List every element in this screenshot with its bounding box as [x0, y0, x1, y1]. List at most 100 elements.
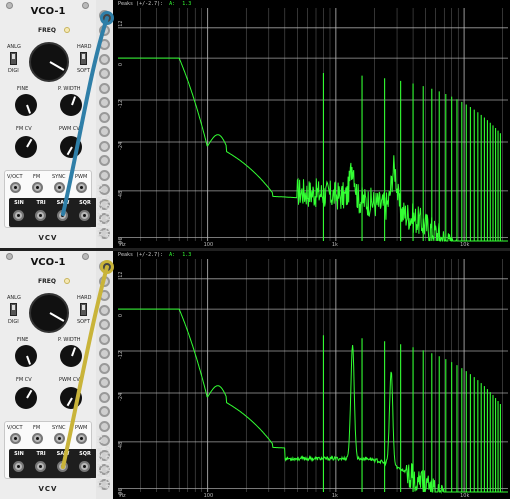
x-tick-label: 100 — [204, 242, 214, 248]
freq-label: FREQ — [38, 278, 56, 285]
hard-soft-switch[interactable] — [80, 303, 87, 316]
sin-output-jack[interactable] — [13, 210, 24, 221]
knob-indicator — [49, 61, 65, 71]
fine-knob[interactable] — [15, 345, 37, 367]
tri-output-jack[interactable] — [35, 210, 46, 221]
rack-row-2: VCO-1 FREQ ANLG DIGI HARD SOFT FINE P. W… — [0, 251, 510, 499]
rack-row-1: VCO-1 FREQ ANLG DIGI HARD SOFT FINE P. W… — [0, 0, 510, 248]
knob-indicator — [66, 397, 73, 407]
x-tick-label: 10k — [460, 242, 469, 248]
fmcv-label: FM CV — [16, 377, 32, 383]
freq-label: FREQ — [38, 27, 56, 34]
x-tick-label: Hz — [119, 242, 126, 248]
io-panel: V/OCT FM SYNC PWM SIN TRI SAW SQR — [4, 170, 97, 228]
fmcv-knob[interactable] — [15, 387, 37, 409]
fmcv-label: FM CV — [16, 126, 32, 132]
y-tick-label: 12 — [118, 271, 124, 277]
y-tick-label: -12 — [118, 100, 124, 108]
sync-label: SYNC — [52, 425, 66, 431]
sin-label: SIN — [14, 451, 24, 457]
soft-label: SOFT — [77, 68, 90, 74]
knob-indicator — [26, 104, 32, 114]
digital-label: DIGI — [8, 319, 19, 325]
fm-label: FM — [33, 174, 41, 180]
y-tick-label: 0 — [118, 314, 124, 317]
sin-label: SIN — [14, 200, 24, 206]
tri-label: TRI — [36, 451, 46, 457]
knob-indicator — [26, 138, 33, 148]
pwmcv-knob[interactable] — [60, 136, 82, 158]
sync-input-jack[interactable] — [54, 433, 65, 444]
x-tick-label: 10k — [460, 493, 469, 499]
y-tick-label: -48 — [118, 191, 124, 199]
spectrum-plot: 120-12-24-48-96Hz 100 1k 10k — [118, 8, 508, 248]
fm-input-jack[interactable] — [32, 182, 43, 193]
pwm-input-jack[interactable] — [76, 433, 87, 444]
vco-1-module: VCO-1 FREQ ANLG DIGI HARD SOFT FINE P. W… — [0, 251, 97, 499]
saw-label: SAW — [56, 451, 70, 457]
pwm-label: PWM — [75, 425, 88, 431]
vco-1-module: VCO-1 FREQ ANLG DIGI HARD SOFT FINE P. W… — [0, 0, 97, 248]
cable-plug-bottom-icon — [100, 260, 114, 274]
fm-label: FM — [33, 425, 41, 431]
freq-knob[interactable] — [29, 293, 69, 333]
pwidth-knob[interactable] — [60, 345, 82, 367]
freq-led-icon — [64, 278, 70, 284]
y-tick-label: -12 — [118, 351, 124, 359]
hard-label: HARD — [77, 44, 92, 50]
analog-digital-switch[interactable] — [10, 52, 17, 65]
y-tick-label: -24 — [118, 142, 124, 150]
voct-label: V/OCT — [7, 174, 23, 180]
y-tick-label: -48 — [118, 442, 124, 450]
pwidth-label: P. WIDTH — [58, 86, 81, 92]
voct-label: V/OCT — [7, 425, 23, 431]
saw-output-jack[interactable] — [57, 461, 68, 472]
pwidth-label: P. WIDTH — [58, 337, 81, 343]
x-tick-label: 1k — [332, 242, 338, 248]
y-tick-label: 12 — [118, 20, 124, 26]
fine-label: FINE — [17, 86, 29, 92]
analog-digital-switch[interactable] — [10, 303, 17, 316]
tri-label: TRI — [36, 200, 46, 206]
voct-input-jack[interactable] — [10, 182, 21, 193]
digital-label: DIGI — [8, 68, 19, 74]
hard-label: HARD — [77, 295, 92, 301]
analog-label: ANLG — [7, 44, 21, 50]
hard-soft-switch[interactable] — [80, 52, 87, 65]
sqr-output-jack[interactable] — [79, 461, 90, 472]
sqr-label: SQR — [79, 451, 91, 457]
knob-indicator — [71, 96, 77, 106]
sync-input-jack[interactable] — [54, 182, 65, 193]
x-tick-label: 100 — [204, 493, 214, 499]
cable-plug-top-icon — [100, 11, 114, 25]
sin-output-jack[interactable] — [13, 461, 24, 472]
pwmcv-knob[interactable] — [60, 387, 82, 409]
module-title: VCO-1 — [30, 257, 66, 268]
saw-output-jack[interactable] — [57, 210, 68, 221]
x-tick-label: Hz — [119, 493, 126, 499]
y-tick-label: 0 — [118, 63, 124, 66]
knob-indicator — [49, 312, 65, 322]
knob-indicator — [71, 347, 77, 357]
sqr-output-jack[interactable] — [79, 210, 90, 221]
tri-output-jack[interactable] — [35, 461, 46, 472]
fine-label: FINE — [17, 337, 29, 343]
fm-input-jack[interactable] — [32, 433, 43, 444]
voct-input-jack[interactable] — [10, 433, 21, 444]
fmcv-knob[interactable] — [15, 136, 37, 158]
analyzer-xl-module: ANALYZER-XL BOGAUDIO Peaks (+/-2.7): A: … — [96, 0, 510, 248]
spectrum-trace — [118, 57, 508, 242]
analog-label: ANLG — [7, 295, 21, 301]
io-panel: V/OCT FM SYNC PWM SIN TRI SAW SQR — [4, 421, 97, 479]
freq-led-icon — [64, 27, 70, 33]
sqr-label: SQR — [79, 200, 91, 206]
fine-knob[interactable] — [15, 94, 37, 116]
knob-indicator — [66, 146, 73, 156]
freq-knob[interactable] — [29, 42, 69, 82]
pwmcv-label: PWM CV — [59, 126, 80, 132]
analyzer-xl-module: ANALYZER-XL BOGAUDIO Peaks (+/-2.7): A: … — [96, 251, 510, 499]
y-tick-label: -24 — [118, 393, 124, 401]
pwm-input-jack[interactable] — [76, 182, 87, 193]
pwidth-knob[interactable] — [60, 94, 82, 116]
spectrum-plot: 120-12-24-48-96Hz 100 1k 10k — [118, 259, 508, 499]
